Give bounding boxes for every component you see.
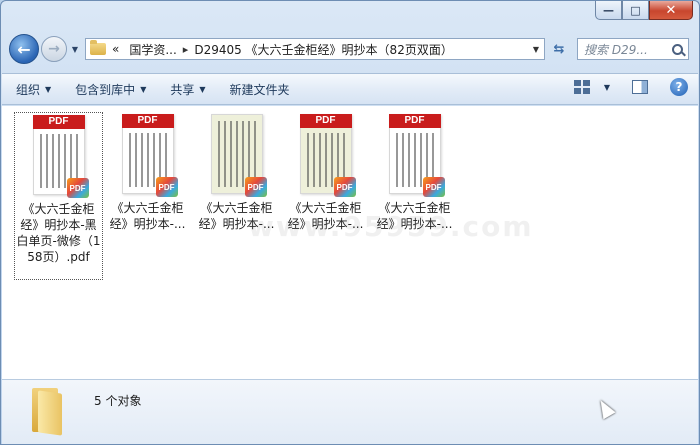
pdf-thumbnail: PDF PDF [32, 115, 89, 198]
search-placeholder: 搜索 D29... [584, 42, 648, 57]
forward-arrow-icon: → [48, 41, 60, 57]
address-bar[interactable]: « 国学资... ▸ D29405 《大六壬金柜经》明抄本（82页双面） ▼ [85, 38, 545, 60]
file-name: 《大六壬金柜经》明抄本-黑白单页-微修（158页）.pdf [16, 202, 101, 264]
include-in-library-menu[interactable]: 包含到库中 ▼ [75, 81, 146, 98]
view-options-dropdown-icon[interactable]: ▼ [604, 83, 610, 92]
back-button[interactable]: ← [9, 34, 39, 64]
pdf-app-icon: PDF [333, 177, 356, 197]
search-icon[interactable] [672, 43, 683, 55]
maximize-button[interactable]: □ [622, 1, 649, 20]
maximize-icon: □ [630, 3, 641, 17]
file-name: 《大六壬金柜经》明抄本-... [109, 201, 186, 231]
explorer-window: — □ ✕ ← → ▼ « 国学资... ▸ D29405 《大六壬金柜经》明抄… [0, 0, 700, 445]
breadcrumb-overflow[interactable]: « [112, 42, 119, 56]
pdf-app-icon: PDF [155, 177, 178, 197]
toolbar-right: ▼ ? [573, 78, 688, 96]
breadcrumb-item[interactable]: 国学资... [129, 41, 176, 58]
preview-pane-icon[interactable] [632, 80, 648, 94]
minimize-button[interactable]: — [595, 1, 622, 20]
organize-label: 组织 [16, 82, 41, 97]
share-label: 共享 [170, 82, 195, 97]
chevron-down-icon: ▼ [71, 44, 79, 54]
pdf-thumbnail: PDF PDF [121, 114, 178, 197]
file-list-pane[interactable]: PDF PDF 《大六壬金柜经》明抄本-黑白单页-微修（158页）.pdf PD… [2, 106, 698, 379]
search-input[interactable]: 搜索 D29... [577, 38, 689, 60]
navigation-bar: ← → ▼ « 国学资... ▸ D29405 《大六壬金柜经》明抄本（82页双… [9, 31, 691, 67]
change-view-icon[interactable] [573, 80, 590, 94]
pdf-header: PDF [388, 114, 441, 128]
command-toolbar: 组织 ▼ 包含到库中 ▼ 共享 ▼ 新建文件夹 ▼ ? [2, 73, 698, 105]
address-dropdown-icon[interactable]: ▼ [528, 45, 544, 54]
breadcrumb-current[interactable]: D29405 《大六壬金柜经》明抄本（82页双面） [194, 41, 453, 58]
share-menu[interactable]: 共享 ▼ [170, 81, 205, 98]
help-icon[interactable]: ? [670, 78, 688, 96]
file-item[interactable]: PDF PDF 《大六壬金柜经》明抄本-... [103, 112, 192, 280]
folder-icon [90, 40, 106, 55]
pdf-app-icon: PDF [66, 178, 89, 198]
pdf-app-icon: PDF [244, 177, 267, 197]
file-item[interactable]: PDF 《大六壬金柜经》明抄本-... [192, 112, 281, 280]
refresh-button[interactable]: ⇆ [547, 38, 571, 60]
recent-pages-dropdown[interactable]: ▼ [69, 45, 81, 54]
caption-buttons: — □ ✕ [595, 1, 693, 21]
pdf-header: PDF [32, 115, 85, 129]
file-grid: PDF PDF 《大六壬金柜经》明抄本-黑白单页-微修（158页）.pdf PD… [14, 112, 459, 280]
folder-icon [30, 388, 64, 436]
pdf-header: PDF [299, 114, 352, 128]
close-icon: ✕ [665, 2, 677, 18]
watermark: www.95959.com [248, 210, 534, 243]
minimize-icon: — [603, 3, 614, 17]
refresh-icon: ⇆ [553, 41, 565, 57]
pdf-thumbnail: PDF PDF [388, 114, 445, 197]
pdf-thumbnail: PDF [210, 114, 267, 197]
file-item[interactable]: PDF PDF 《大六壬金柜经》明抄本-... [281, 112, 370, 280]
organize-menu[interactable]: 组织 ▼ [16, 81, 51, 98]
chevron-down-icon: ▼ [199, 84, 206, 94]
close-button[interactable]: ✕ [649, 1, 693, 20]
pdf-app-icon: PDF [422, 177, 445, 197]
new-folder-button[interactable]: 新建文件夹 [230, 81, 290, 98]
file-item[interactable]: PDF PDF 《大六壬金柜经》明抄本-黑白单页-微修（158页）.pdf [14, 112, 103, 280]
pdf-header: PDF [121, 114, 174, 128]
item-count: 5 个对象 [94, 394, 142, 408]
file-item[interactable]: PDF PDF 《大六壬金柜经》明抄本-... [370, 112, 459, 280]
details-pane: 5 个对象 [2, 379, 698, 444]
chevron-down-icon: ▼ [140, 84, 147, 94]
new-folder-label: 新建文件夹 [229, 82, 290, 97]
breadcrumb-separator-icon[interactable]: ▸ [183, 43, 189, 56]
pdf-thumbnail: PDF PDF [299, 114, 356, 197]
include-library-label: 包含到库中 [75, 82, 136, 97]
forward-button[interactable]: → [41, 36, 67, 62]
back-arrow-icon: ← [17, 39, 31, 59]
chevron-down-icon: ▼ [45, 84, 52, 94]
